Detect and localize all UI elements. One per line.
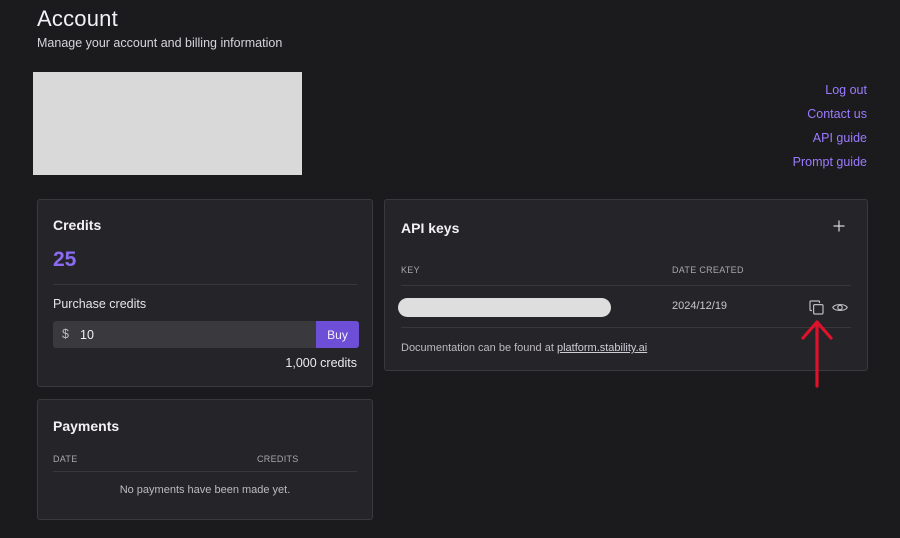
contact-us-link[interactable]: Contact us [807, 106, 867, 122]
payments-card: Payments DATE CREDITS No payments have b… [37, 399, 373, 520]
api-guide-link[interactable]: API guide [813, 130, 867, 146]
credits-card: Credits 25 Purchase credits $ Buy 1,000 … [37, 199, 373, 387]
api-keys-heading: API keys [401, 220, 460, 236]
view-api-key-button[interactable] [832, 300, 848, 315]
prompt-guide-link[interactable]: Prompt guide [793, 154, 867, 170]
documentation-prefix: Documentation can be found at [401, 342, 557, 354]
documentation-link[interactable]: platform.stability.ai [557, 342, 647, 354]
buy-button[interactable]: Buy [316, 321, 359, 348]
profile-image-placeholder [33, 72, 302, 175]
credits-heading: Credits [53, 217, 102, 233]
add-api-key-button[interactable] [831, 218, 847, 234]
column-header-date: DATE [53, 454, 78, 464]
column-header-credits: CREDITS [257, 454, 299, 464]
api-key-value-redacted [398, 298, 611, 317]
divider [53, 284, 357, 285]
logout-link[interactable]: Log out [825, 82, 867, 98]
purchase-credits-row: $ Buy [53, 321, 359, 348]
payments-heading: Payments [53, 418, 120, 434]
page-subtitle: Manage your account and billing informat… [37, 36, 283, 50]
annotation-arrow-icon [801, 320, 833, 388]
payments-empty-state: No payments have been made yet. [119, 484, 291, 496]
column-header-key: KEY [401, 265, 420, 275]
divider [401, 285, 851, 286]
documentation-note: Documentation can be found at platform.s… [401, 342, 647, 354]
purchase-credits-label: Purchase credits [53, 297, 147, 311]
currency-symbol: $ [62, 327, 69, 341]
account-links: Log out Contact us API guide Prompt guid… [793, 82, 867, 170]
divider [401, 327, 851, 328]
api-key-date-created: 2024/12/19 [672, 300, 728, 312]
credits-balance: 25 [53, 248, 77, 271]
page-title: Account [37, 6, 118, 31]
account-page: Account Manage your account and billing … [0, 0, 900, 538]
credits-amount-preview: 1,000 credits [285, 356, 357, 370]
column-header-date-created: DATE CREATED [672, 265, 744, 275]
plus-icon [833, 220, 845, 232]
api-keys-card: API keys KEY DATE CREATED 2024/12/19 Doc… [384, 199, 868, 371]
purchase-amount-input[interactable] [77, 321, 313, 348]
eye-icon [832, 303, 848, 312]
divider [53, 471, 357, 472]
copy-api-key-button[interactable] [809, 300, 824, 315]
copy-icon [809, 300, 824, 315]
